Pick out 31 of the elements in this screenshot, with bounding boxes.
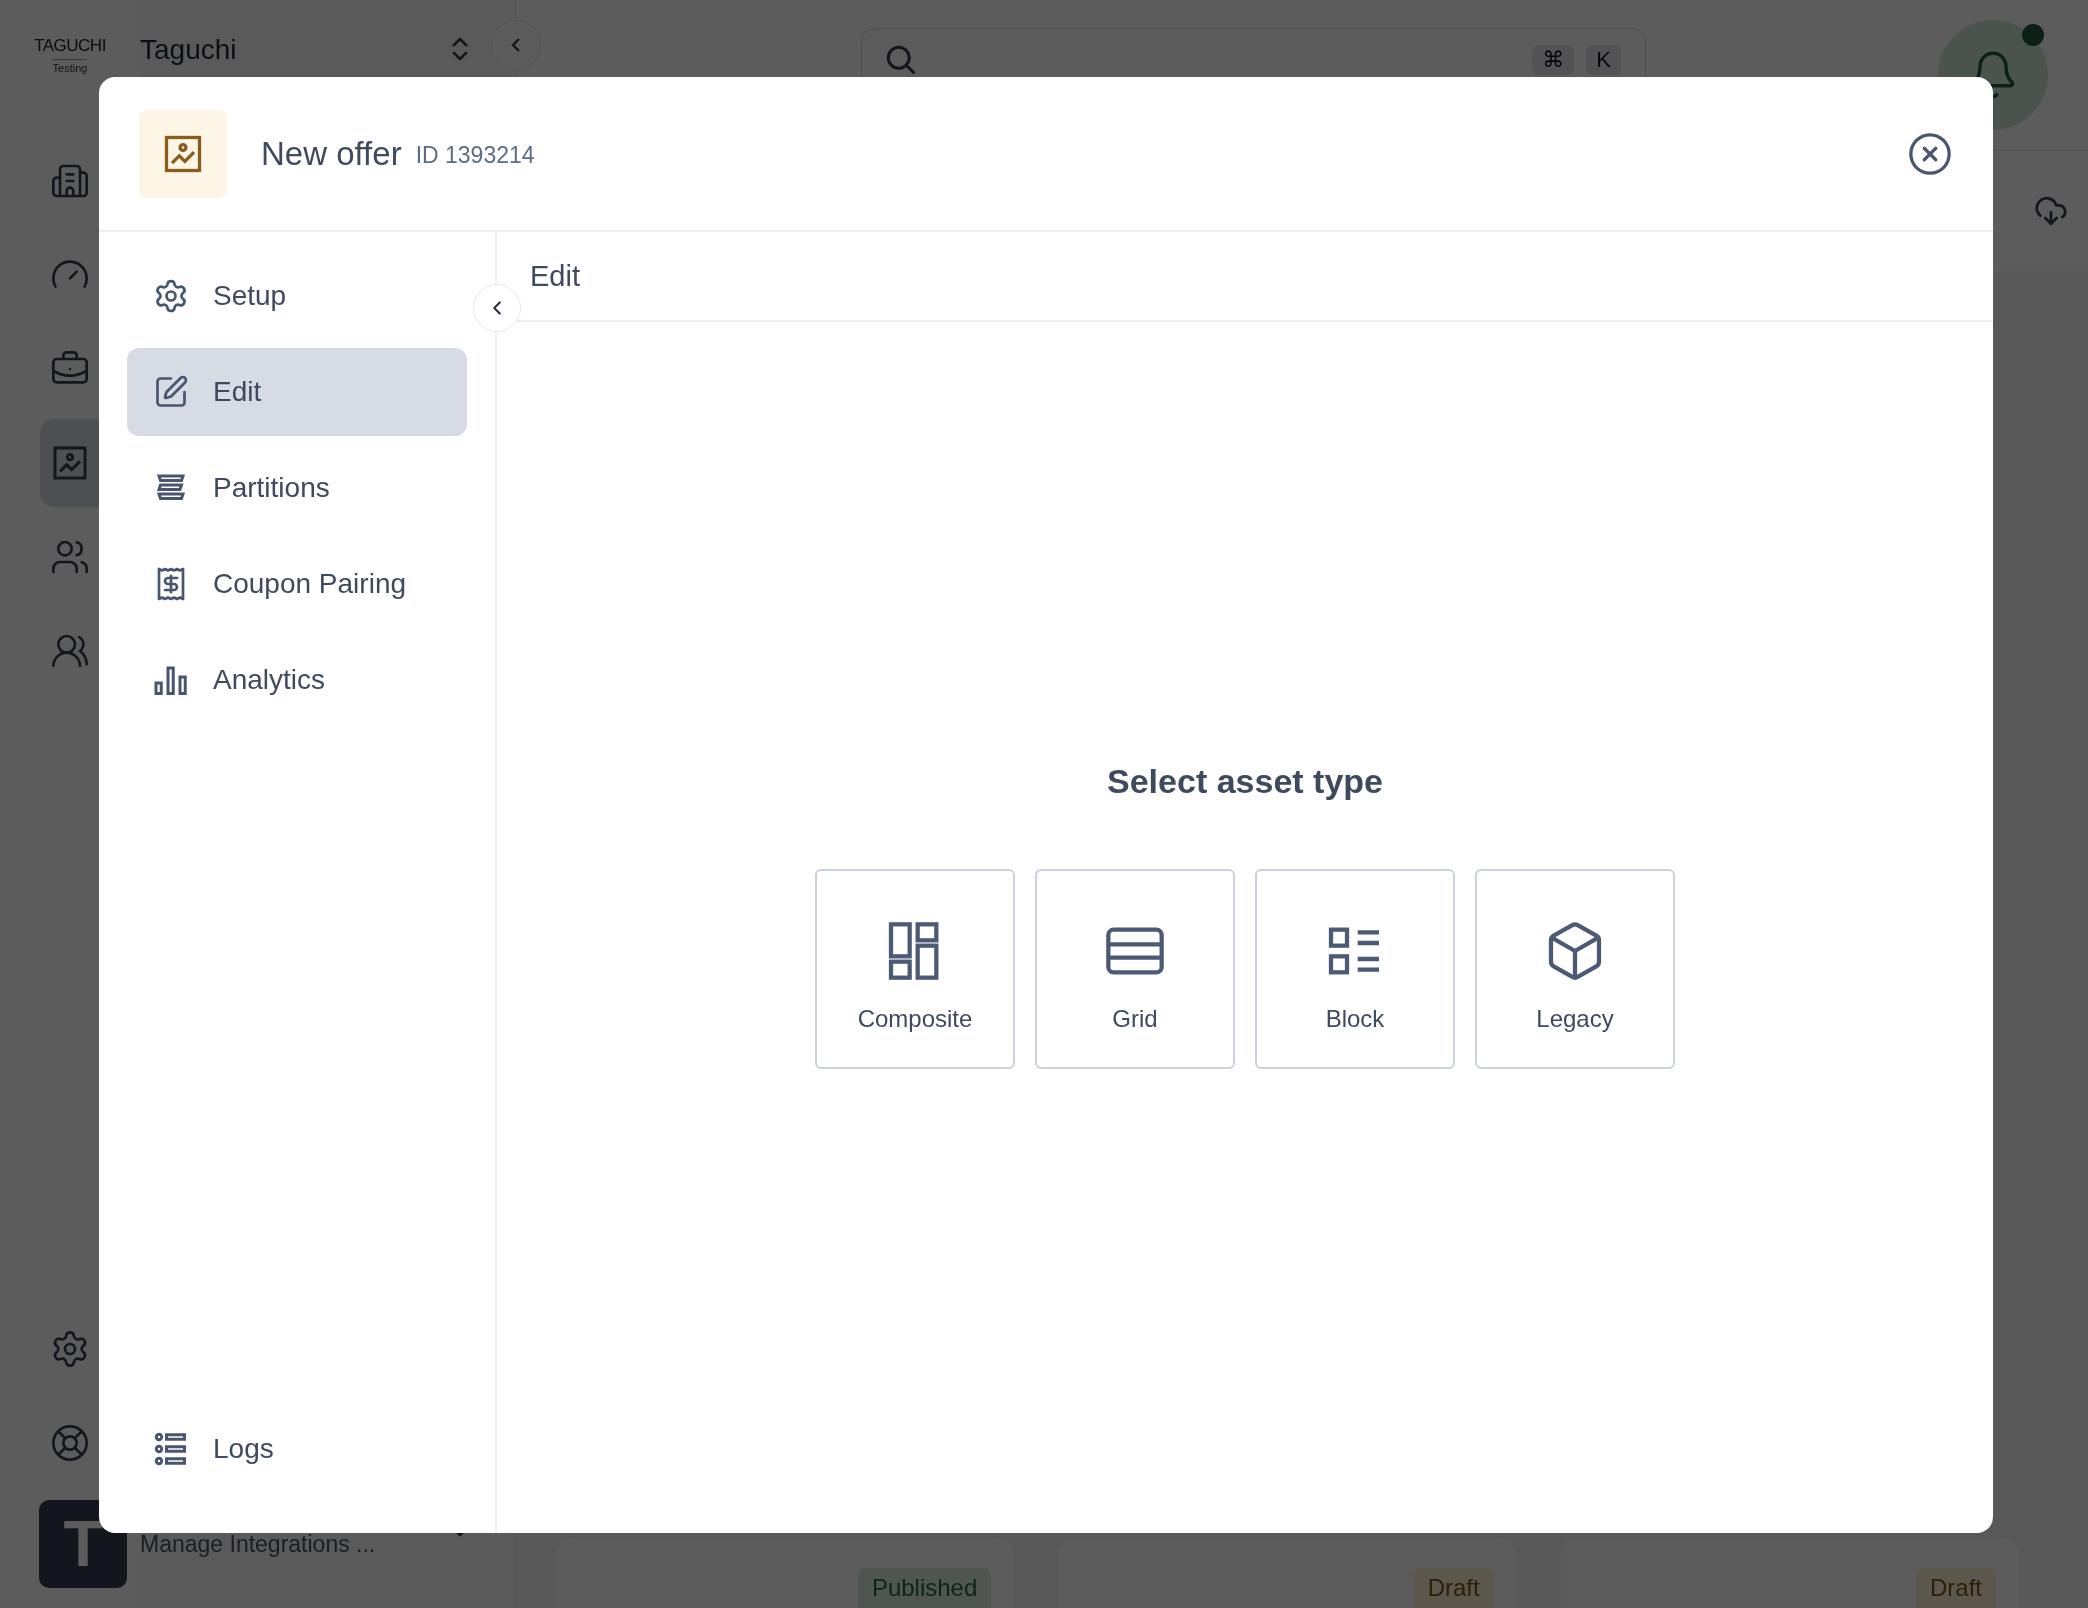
dialog-nav-item[interactable]: Coupon Pairing [127,540,467,628]
settings-icon [153,278,189,314]
asset-type-option[interactable]: Legacy [1475,869,1675,1069]
section-title: Edit [530,259,580,293]
asset-type-option[interactable]: Grid [1035,869,1235,1069]
dialog-nav-item[interactable]: Edit [127,348,467,436]
dialog-nav-item[interactable]: Setup [127,252,467,340]
account-name: Taguchi [140,34,237,66]
status-badge: Draft [1413,1568,1494,1608]
chevron-left-icon [511,37,521,53]
user-subtitle: Manage Integrations ... [140,1531,376,1558]
asset-type-option[interactable]: Block [1255,869,1455,1069]
shortcut-key: K [1586,45,1621,75]
dialog-nav-item[interactable]: Logs [127,1405,467,1493]
asset-type-option[interactable]: Composite [815,869,1015,1069]
lifebuoy-icon [50,1423,90,1463]
cloud-download-icon[interactable] [2034,194,2068,228]
search-icon [886,45,916,75]
status-badge: Draft [1916,1568,1996,1608]
close-button[interactable] [1907,130,1953,177]
status-badge: Published [857,1568,992,1608]
dialog-nav-item[interactable]: Partitions [127,444,467,532]
dialog-title: New offer [261,134,402,173]
logo-subtitle: Testing [52,59,88,74]
logo-wordmark: TAGUCHI [34,36,106,56]
dialog-nav-item[interactable]: Analytics [127,636,467,724]
offer-id: ID 1393214 [415,142,535,169]
pencil-square-icon [153,374,189,410]
shortcut-key: ⌘ [1532,45,1575,75]
prompt-heading: Select asset type [1107,762,1383,801]
list-icon [153,1431,189,1467]
